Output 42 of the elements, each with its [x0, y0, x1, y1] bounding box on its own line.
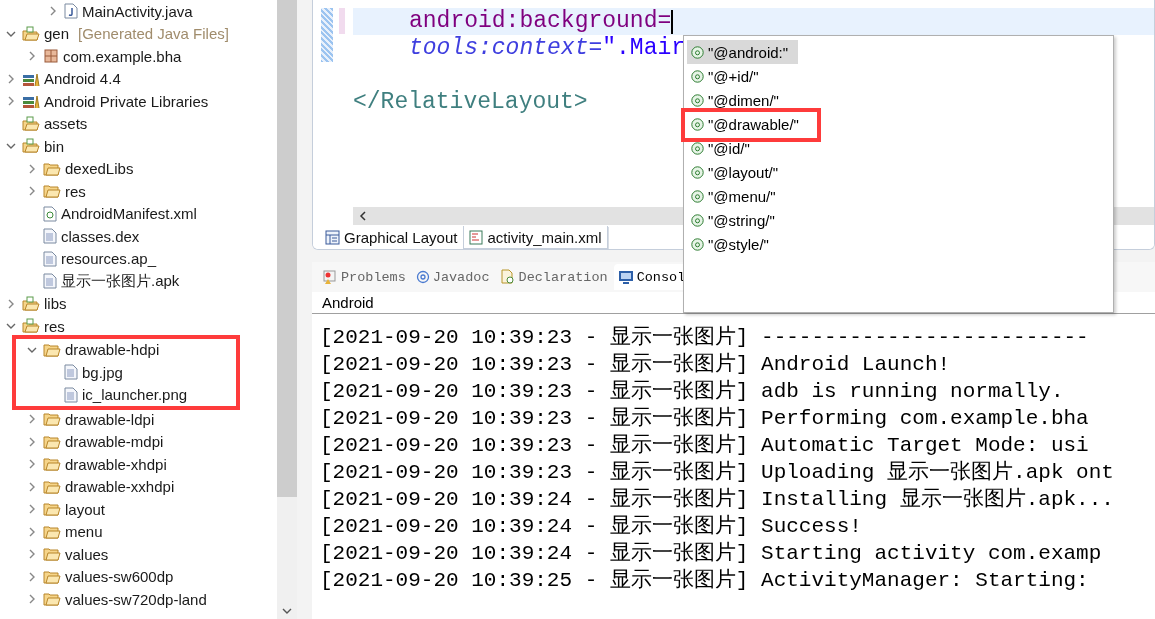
item-label: menu	[65, 523, 103, 541]
code-text: ".Mair	[602, 35, 686, 62]
item-label: res	[44, 317, 65, 335]
item-label: bin	[44, 137, 65, 155]
item-label: drawable-mdpi	[65, 433, 164, 451]
item-label: libs	[44, 295, 67, 313]
item-label: dexedLibs	[65, 160, 134, 178]
item-label: values-sw720dp-land	[65, 590, 207, 608]
console-line: [2021-09-20 10:39:24 - 显示一张图片] Success!	[320, 513, 863, 540]
item-label: res	[65, 182, 86, 200]
item-label: drawable-ldpi	[65, 410, 155, 428]
item-label: bg.jpg	[82, 363, 123, 381]
item-label: drawable-hdpi	[65, 341, 160, 359]
item-label: resources.ap_	[61, 250, 157, 268]
item-label: MainActivity.java	[82, 2, 193, 20]
console-line: [2021-09-20 10:39:23 - 显示一张图片] Performing com.example.bha	[320, 405, 1090, 432]
item-label: layout	[65, 500, 106, 518]
console-line: [2021-09-20 10:39:25 - 显示一张图片] ActivityManager: Starting:	[320, 567, 1090, 594]
item-decoration: [Generated Java Files]	[78, 25, 229, 43]
item-label: AndroidManifest.xml	[61, 205, 197, 223]
console-line: [2021-09-20 10:39:23 - 显示一张图片] Automatic Target Mode: usi	[320, 432, 1090, 459]
item-label: assets	[44, 115, 88, 133]
console-line: [2021-09-20 10:39:23 - 显示一张图片] --------------------------	[320, 324, 1090, 351]
console-line: [2021-09-20 10:39:24 - 显示一张图片] Installing 显示一张图片.apk...	[320, 486, 1115, 513]
item-label: ic_launcher.png	[82, 386, 188, 404]
code-text: </RelativeLayout>	[353, 89, 588, 116]
console-line: [2021-09-20 10:39:23 - 显示一张图片] Uploading 显示一张图片.apk ont	[320, 459, 1115, 486]
console-line: [2021-09-20 10:39:23 - 显示一张图片] Android Launch!	[320, 351, 952, 378]
item-label: classes.dex	[61, 227, 140, 245]
item-label: com.example.bha	[63, 47, 182, 65]
item-label: Android Private Libraries	[44, 92, 209, 110]
console-line: [2021-09-20 10:39:24 - 显示一张图片] Starting activity com.examp	[320, 540, 1103, 567]
console-line: [2021-09-20 10:39:23 - 显示一张图片] adb is running normally.	[320, 378, 1065, 405]
item-label: values-sw600dp	[65, 568, 174, 586]
item-label: 显示一张图片.apk	[61, 271, 180, 291]
item-label: gen	[44, 25, 70, 43]
item-label: drawable-xxhdpi	[65, 478, 175, 496]
item-label: Android 4.4	[44, 70, 121, 88]
item-label: values	[65, 545, 109, 563]
item-label: drawable-xhdpi	[65, 455, 167, 473]
code-text: tools:context=	[409, 35, 603, 62]
code-text: android:background=	[409, 8, 672, 35]
